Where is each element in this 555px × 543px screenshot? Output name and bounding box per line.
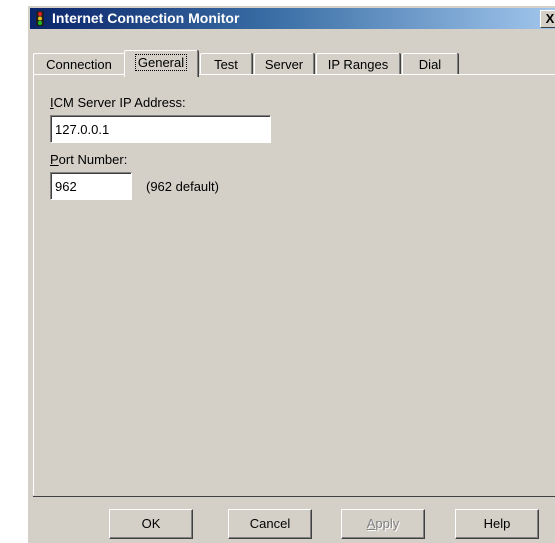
- tab-server[interactable]: Server: [254, 53, 314, 76]
- close-button[interactable]: X: [540, 10, 555, 28]
- window-title: Internet Connection Monitor: [52, 10, 240, 26]
- tab-label: General: [134, 54, 188, 71]
- tab-connection[interactable]: Connection: [33, 53, 125, 76]
- traffic-light-icon: [36, 11, 44, 26]
- tab-label: Connection: [46, 57, 112, 72]
- help-button[interactable]: Help: [455, 509, 539, 539]
- port-number-label: Port Number:: [50, 152, 128, 167]
- dialog-window: Internet Connection Monitor X Connection…: [27, 5, 555, 543]
- tab-label: Dial: [418, 57, 442, 72]
- ok-button[interactable]: OK: [109, 509, 193, 539]
- general-tab-panel: ICM Server IP Address: 127.0.0.1 Port Nu…: [33, 74, 555, 495]
- port-default-hint: (962 default): [146, 179, 219, 194]
- tab-general[interactable]: General: [124, 50, 198, 77]
- server-ip-label: ICM Server IP Address:: [50, 95, 186, 110]
- cancel-button[interactable]: Cancel: [228, 509, 312, 539]
- tab-label: Server: [264, 57, 304, 72]
- tab-ip-ranges[interactable]: IP Ranges: [316, 53, 400, 76]
- server-ip-input[interactable]: 127.0.0.1: [50, 115, 271, 143]
- title-bar[interactable]: Internet Connection Monitor X: [30, 8, 555, 29]
- tab-test[interactable]: Test: [200, 53, 252, 76]
- tab-label: IP Ranges: [327, 57, 389, 72]
- port-number-input[interactable]: 962: [50, 172, 132, 200]
- tab-dial[interactable]: Dial: [402, 53, 458, 76]
- apply-button[interactable]: Apply: [341, 509, 425, 539]
- tab-label: Test: [214, 57, 238, 72]
